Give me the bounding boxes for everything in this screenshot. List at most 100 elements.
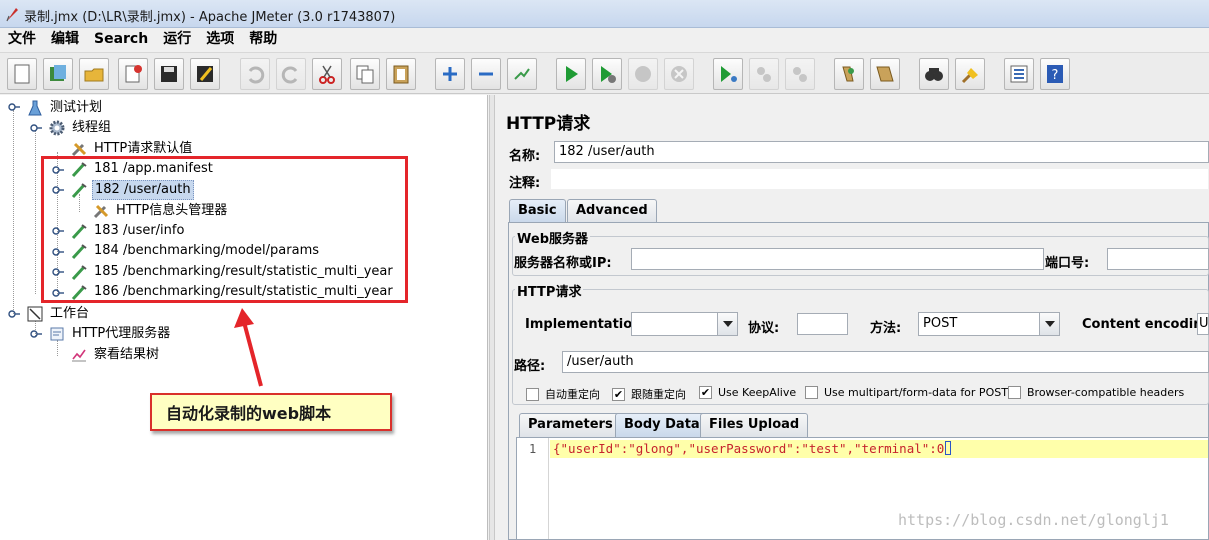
checkbox-auto-redirect[interactable]: 自动重定向 [526, 386, 600, 402]
title-bar: 录制.jmx (D:\LR\录制.jmx) - Apache JMeter (3… [0, 0, 1209, 28]
workbench-icon [27, 306, 43, 322]
menu-search[interactable]: Search [86, 28, 155, 50]
menu-bar: 文件 编辑 Search 运行 选项 帮助 [0, 28, 1209, 50]
checkbox-keepalive[interactable]: ✔ Use KeepAlive [699, 386, 796, 399]
chevron-down-icon[interactable] [1039, 313, 1059, 335]
tree-node-label: 察看结果树 [94, 347, 160, 362]
templates-icon[interactable] [43, 58, 73, 90]
help-icon[interactable]: ? [1040, 58, 1070, 90]
tree-node-workbench[interactable]: 工作台 [26, 304, 91, 324]
menu-run[interactable]: 运行 [155, 28, 198, 50]
checkbox-box[interactable] [526, 387, 539, 401]
open-icon[interactable] [79, 58, 109, 90]
tab-body-data[interactable]: Body Data [615, 413, 709, 437]
checkbox-label: Use KeepAlive [718, 386, 797, 399]
checkbox-follow-redirect[interactable]: ✔ 跟随重定向 [612, 386, 686, 402]
panel-title: HTTP请求 [506, 114, 591, 134]
menu-options[interactable]: 选项 [198, 28, 241, 50]
implementation-select[interactable] [631, 312, 738, 336]
checkbox-box[interactable] [805, 386, 818, 399]
tree-toggle-icon[interactable] [30, 328, 42, 340]
remote-stop-icon[interactable] [749, 58, 779, 90]
menu-help[interactable]: 帮助 [241, 28, 284, 50]
checkbox-browser-headers[interactable]: Browser-compatible headers [1008, 386, 1184, 399]
tree-node-label: 线程组 [72, 120, 112, 135]
stop-icon[interactable] [628, 58, 658, 90]
tab-parameters[interactable]: Parameters [519, 413, 622, 437]
toggle-icon[interactable] [507, 58, 537, 90]
comment-field[interactable] [550, 168, 1209, 190]
highlight-box [41, 156, 408, 303]
save-icon[interactable] [154, 58, 184, 90]
close-icon[interactable] [118, 58, 148, 90]
comment-label: 注释: [509, 176, 541, 191]
method-label: 方法: [870, 321, 902, 336]
collapse-icon[interactable] [471, 58, 501, 90]
search-icon[interactable] [919, 58, 949, 90]
tree-node-label: 测试计划 [50, 100, 103, 115]
clear-icon[interactable] [834, 58, 864, 90]
tab-basic[interactable]: Basic [509, 199, 566, 223]
start-no-timers-icon[interactable] [592, 58, 622, 90]
line-number: 1 [529, 442, 537, 456]
window-title: 录制.jmx (D:\LR\录制.jmx) - Apache JMeter (3… [24, 10, 396, 25]
proxy-icon [50, 327, 64, 341]
clear-all-icon[interactable] [870, 58, 900, 90]
copy-icon[interactable] [350, 58, 380, 90]
watermark: https://blog.csdn.net/glonglj1 [898, 511, 1169, 529]
pane-splitter[interactable] [489, 95, 495, 540]
tree-node-results-tree[interactable]: 察看结果树 [70, 345, 161, 365]
reset-search-icon[interactable] [955, 58, 985, 90]
paste-icon[interactable] [386, 58, 416, 90]
name-field[interactable]: 182 /user/auth [554, 141, 1209, 163]
tree-node-test-plan[interactable]: 测试计划 [26, 98, 104, 118]
text-caret [945, 441, 952, 455]
chart-icon [72, 349, 86, 362]
checkbox-multipart[interactable]: Use multipart/form-data for POST [805, 386, 1008, 399]
checkbox-label: 自动重定向 [545, 388, 600, 401]
checkmark-icon[interactable]: ✔ [699, 386, 712, 399]
checkbox-label: 跟随重定向 [631, 388, 686, 401]
tree-node-label: 工作台 [50, 306, 90, 321]
implementation-label: Implementation: [525, 317, 647, 332]
cut-icon[interactable] [312, 58, 342, 90]
port-label: 端口号: [1045, 256, 1090, 271]
checkmark-icon[interactable]: ✔ [612, 387, 625, 401]
shutdown-icon[interactable] [664, 58, 694, 90]
server-input[interactable] [631, 248, 1044, 270]
tree-node-proxy-server[interactable]: HTTP代理服务器 [48, 324, 172, 344]
remote-shutdown-icon[interactable] [785, 58, 815, 90]
body-code-line[interactable]: {"userId":"glong","userPassword":"test",… [553, 441, 952, 456]
port-input[interactable] [1107, 248, 1209, 270]
start-icon[interactable] [556, 58, 586, 90]
tab-files-upload[interactable]: Files Upload [700, 413, 809, 437]
path-input[interactable]: /user/auth [562, 351, 1209, 373]
method-select[interactable]: POST [918, 312, 1060, 336]
expand-icon[interactable] [435, 58, 465, 90]
protocol-input[interactable] [797, 313, 848, 335]
new-icon[interactable] [7, 58, 37, 90]
menu-edit[interactable]: 编辑 [43, 28, 86, 50]
undo-icon[interactable] [240, 58, 270, 90]
toolbar: ? [0, 52, 1209, 94]
menu-file[interactable]: 文件 [0, 28, 43, 50]
content-encoding-input[interactable]: U [1197, 313, 1209, 335]
tree-toggle-icon[interactable] [8, 101, 20, 113]
tree-node-thread-group[interactable]: 线程组 [48, 118, 113, 138]
remote-start-icon[interactable] [713, 58, 743, 90]
gear-icon [49, 120, 65, 136]
redo-icon[interactable] [276, 58, 306, 90]
jmeter-feather-icon [6, 8, 18, 22]
tree-node-label: HTTP代理服务器 [72, 326, 171, 341]
chevron-down-icon[interactable] [717, 313, 737, 335]
line-gutter: 1 [517, 438, 549, 539]
tree-guide-line [13, 110, 14, 314]
tree-guide-line [35, 130, 36, 294]
tree-toggle-icon[interactable] [30, 122, 42, 134]
checkbox-box[interactable] [1008, 386, 1021, 399]
tab-advanced[interactable]: Advanced [567, 199, 657, 223]
save-as-icon[interactable] [190, 58, 220, 90]
tree-toggle-icon[interactable] [8, 308, 20, 320]
flask-icon [28, 100, 42, 116]
function-helper-icon[interactable] [1004, 58, 1034, 90]
